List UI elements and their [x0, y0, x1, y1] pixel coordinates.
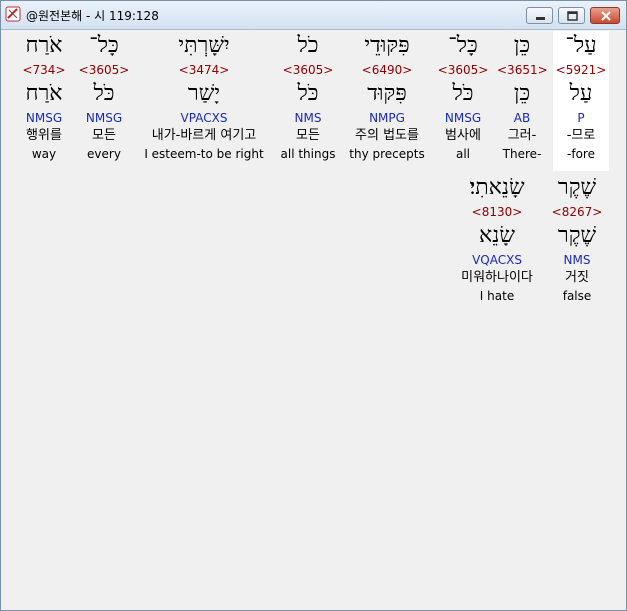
- strong-number[interactable]: <3605>: [276, 61, 340, 79]
- hebrew-word: כֵּן: [513, 33, 531, 58]
- hebrew-lemma: פִּקּוּד: [367, 81, 407, 106]
- strong-number[interactable]: <3651>: [497, 61, 548, 79]
- english-gloss: all: [455, 147, 471, 161]
- morphology-code: AB: [513, 111, 531, 125]
- english-gloss: false: [562, 289, 592, 303]
- hebrew-word: יִשָּׁרְתִּי: [178, 33, 230, 58]
- word-cell[interactable]: כֹל <3605> כֹּל NMS 모든 all things: [276, 31, 340, 163]
- hebrew-lemma: שָׂנֵא: [479, 223, 515, 248]
- hebrew-word: שֶׁקֶר: [557, 175, 597, 200]
- hebrew-lemma: כֹּל: [297, 81, 319, 106]
- hebrew-lemma: שֶׁקֶר: [557, 223, 597, 248]
- korean-gloss: 미워하나이다: [461, 270, 533, 285]
- word-cell[interactable]: עַל־ <5921> עַל P -므로 -fore: [553, 31, 609, 171]
- morphology-code: P: [577, 111, 585, 125]
- word-cell[interactable]: יִשָּׁרְתִּי <3474> יָשַׁר VPACXS 내가-바르게…: [137, 31, 271, 163]
- morphology-code: NMSG: [85, 111, 123, 125]
- english-gloss: all things: [280, 147, 336, 161]
- english-gloss: -fore: [567, 147, 595, 161]
- hebrew-lemma: כֵּן: [513, 81, 531, 106]
- hebrew-lemma: כֹּל: [93, 81, 115, 106]
- word-cell[interactable]: כֵּן <3651> כֵּן AB 그러- There-: [497, 31, 548, 163]
- korean-gloss: 행위를: [26, 128, 62, 143]
- english-gloss: way: [31, 147, 57, 161]
- english-gloss: I hate: [479, 289, 515, 303]
- hebrew-word: כֹל: [297, 33, 319, 58]
- strong-number[interactable]: <5921>: [553, 61, 609, 79]
- strong-number[interactable]: <8267>: [549, 203, 605, 221]
- app-icon[interactable]: [5, 6, 21, 22]
- korean-gloss: 그러-: [507, 128, 537, 143]
- english-gloss: every: [87, 147, 121, 161]
- word-cell[interactable]: אֹרַח <734> אֹרַח NMSG 행위를 way: [16, 31, 72, 163]
- word-cell[interactable]: כָּל־ <3605> כֹּל NMSG 범사에 all: [435, 31, 491, 163]
- korean-gloss: 모든: [92, 128, 116, 143]
- word-cell[interactable]: שָׂנֵאתִי׃ <8130> שָׂנֵא VQACXS 미워하나이다 I…: [447, 173, 547, 305]
- minimize-icon: [536, 17, 545, 20]
- minimize-button[interactable]: [526, 7, 553, 24]
- hebrew-word: פִּקּוּדֵי: [364, 33, 410, 58]
- window-title: @원전본해 - 시 119:128: [26, 9, 159, 23]
- hebrew-lemma: יָשַׁר: [187, 81, 221, 106]
- strong-number[interactable]: <6490>: [344, 61, 430, 79]
- morphology-code: NMS: [563, 253, 591, 267]
- hebrew-lemma: עַל: [569, 81, 593, 106]
- close-icon: [601, 11, 611, 21]
- english-gloss: There-: [502, 147, 542, 161]
- korean-gloss: -므로: [566, 128, 596, 143]
- korean-gloss: 거짓: [565, 270, 589, 285]
- morphology-code: NMSG: [25, 111, 63, 125]
- strong-number[interactable]: <3605>: [76, 61, 132, 79]
- hebrew-word: שָׂנֵאתִי׃: [469, 175, 525, 200]
- hebrew-lemma: אֹרַח: [25, 81, 63, 106]
- hebrew-word: כָּל־: [448, 33, 478, 58]
- word-cell[interactable]: פִּקּוּדֵי <6490> פִּקּוּד NMPG 주의 법도를 t…: [344, 31, 430, 163]
- english-gloss: thy precepts: [349, 147, 425, 161]
- strong-number[interactable]: <734>: [16, 61, 72, 79]
- hebrew-word: עַל־: [565, 33, 597, 58]
- maximize-icon: [567, 11, 578, 21]
- korean-gloss: 모든: [296, 128, 320, 143]
- strong-number[interactable]: <8130>: [447, 203, 547, 221]
- word-cell[interactable]: שֶׁקֶר <8267> שֶׁקֶר NMS 거짓 false: [549, 173, 605, 305]
- close-button[interactable]: [590, 7, 620, 24]
- strong-number[interactable]: <3474>: [137, 61, 271, 79]
- korean-gloss: 주의 법도를: [355, 128, 419, 143]
- maximize-button[interactable]: [558, 7, 585, 24]
- morphology-code: NMPG: [369, 111, 405, 125]
- title-bar[interactable]: @원전본해 - 시 119:128: [1, 1, 626, 30]
- morphology-code: NMS: [294, 111, 322, 125]
- hebrew-word: כָּל־: [89, 33, 119, 58]
- interlinear-view: עַל־ <5921> עַל P -므로 -fore כֵּן <3651> …: [4, 30, 623, 607]
- english-gloss: I esteem-to be right: [144, 147, 264, 161]
- strong-number[interactable]: <3605>: [435, 61, 491, 79]
- word-cell[interactable]: כָּל־ <3605> כֹּל NMSG 모든 every: [76, 31, 132, 163]
- korean-gloss: 내가-바르게 여기고: [151, 128, 257, 143]
- korean-gloss: 범사에: [445, 128, 481, 143]
- hebrew-lemma: כֹּל: [452, 81, 474, 106]
- hebrew-word: אֹרַח: [25, 33, 63, 58]
- main-window: @원전본해 - 시 119:128 עַל־ <5921> עַל P -므로 …: [0, 0, 627, 611]
- morphology-code: NMSG: [444, 111, 482, 125]
- morphology-code: VQACXS: [472, 253, 522, 267]
- morphology-code: VPACXS: [180, 111, 228, 125]
